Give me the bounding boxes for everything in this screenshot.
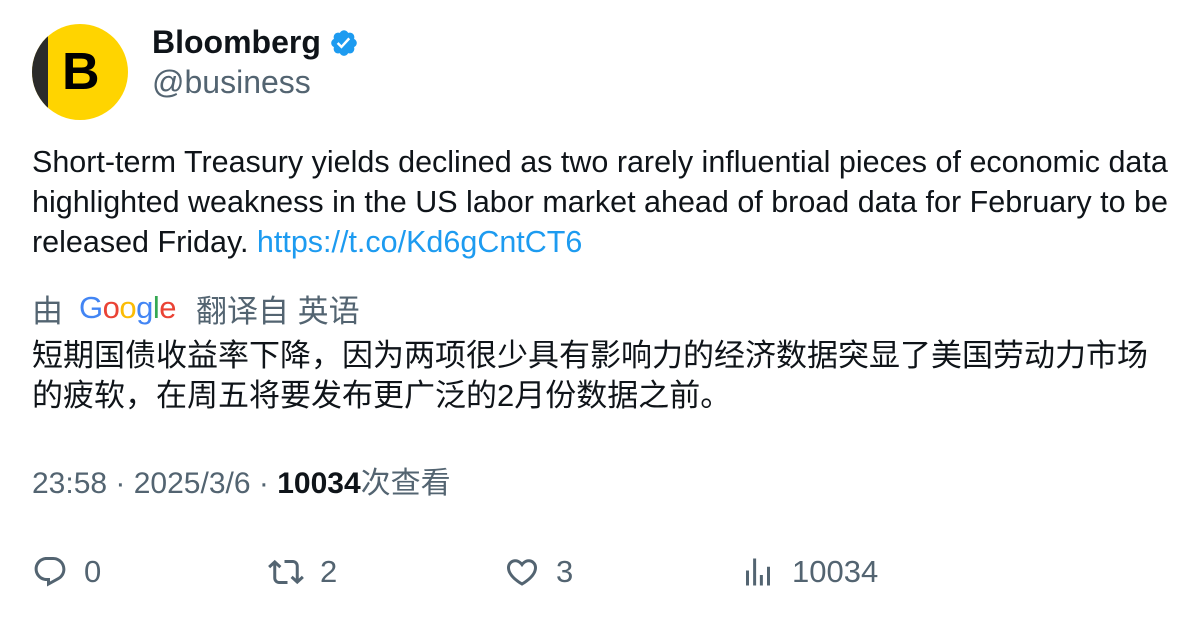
avatar[interactable]: B [32, 24, 128, 120]
avatar-shade [32, 24, 48, 120]
like-button[interactable]: 3 [504, 550, 573, 594]
retweet-icon [268, 559, 304, 585]
views-icon [746, 558, 770, 586]
tweet-text: Short-term Treasury yields declined as t… [32, 142, 1172, 262]
views-label: 次查看 [360, 467, 451, 500]
retweet-button[interactable]: 2 [268, 550, 337, 594]
author-name[interactable]: Bloomberg [152, 22, 359, 62]
author-handle[interactable]: @business [152, 62, 311, 102]
reply-count: 0 [84, 554, 102, 589]
views-button[interactable]: 10034 [740, 550, 878, 594]
reply-button[interactable]: 0 [32, 550, 101, 594]
like-icon [506, 559, 538, 586]
author-name-text[interactable]: Bloomberg [152, 22, 321, 62]
like-count: 3 [556, 554, 574, 589]
translation-source-label: 翻译自 英语 [196, 293, 360, 329]
translated-text: 短期国债收益率下降，因为两项很少具有影响力的经济数据突显了美国劳动力市场的疲软，… [32, 338, 1148, 413]
tweet-link[interactable]: https://t.co/Kd6gCntCT6 [257, 225, 583, 259]
google-logo[interactable]: Google [79, 288, 177, 328]
views-action-count: 10034 [792, 554, 879, 589]
translation-attribution: 由 Google 翻译自 英语 [32, 288, 360, 329]
reply-icon [34, 557, 66, 587]
meta-separator: · [250, 467, 278, 500]
verified-badge-icon [329, 27, 359, 57]
meta-separator: · [107, 467, 134, 500]
tweet-meta: 23:58 · 2025/3/6 · 10034次查看 [32, 464, 451, 504]
tweet-time[interactable]: 23:58 [32, 467, 107, 500]
avatar-letter: B [62, 43, 100, 101]
views-count: 10034 [277, 467, 361, 500]
tweet-date[interactable]: 2025/3/6 [134, 467, 251, 500]
tweet-body: Short-term Treasury yields declined as t… [32, 145, 1168, 259]
action-bar: 0 2 3 10034 [32, 550, 1172, 594]
translation-by-label: 由 [32, 293, 63, 329]
retweet-count: 2 [320, 554, 338, 589]
